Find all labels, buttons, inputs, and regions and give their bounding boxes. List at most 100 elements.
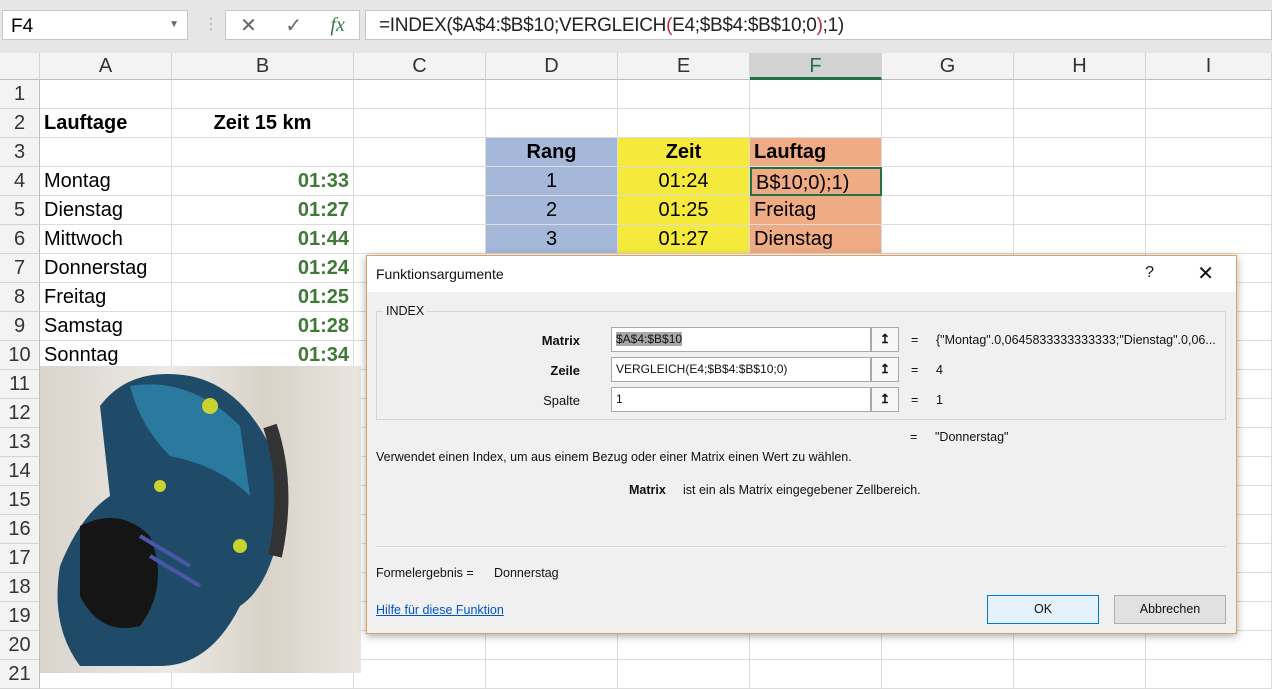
row-header-9[interactable]: 9	[0, 312, 40, 341]
row-header-3[interactable]: 3	[0, 138, 40, 167]
cell[interactable]	[486, 631, 618, 660]
cell[interactable]: Zeit 15 km	[172, 109, 354, 138]
cell[interactable]: Freitag	[40, 283, 172, 312]
cancel-icon[interactable]: ✕	[240, 13, 257, 38]
cell[interactable]	[618, 80, 750, 109]
name-box[interactable]: F4 ▼	[2, 10, 188, 40]
insert-function-icon[interactable]: fx	[330, 14, 344, 37]
cell[interactable]: 01:44	[172, 225, 354, 254]
cell[interactable]	[618, 631, 750, 660]
row-header-13[interactable]: 13	[0, 428, 40, 457]
cell[interactable]: 01:25	[618, 196, 750, 225]
cell[interactable]	[1146, 109, 1272, 138]
row-header-17[interactable]: 17	[0, 544, 40, 573]
cell[interactable]: 01:24	[172, 254, 354, 283]
cell[interactable]: Samstag	[40, 312, 172, 341]
cell[interactable]	[172, 80, 354, 109]
cell[interactable]	[40, 138, 172, 167]
cell[interactable]	[354, 225, 486, 254]
cell[interactable]	[354, 138, 486, 167]
cell[interactable]	[1014, 225, 1146, 254]
cell[interactable]	[354, 631, 486, 660]
row-header-20[interactable]: 20	[0, 631, 40, 660]
cell[interactable]	[750, 660, 882, 689]
cell[interactable]	[354, 167, 486, 196]
cell[interactable]	[1014, 660, 1146, 689]
cell[interactable]	[1014, 80, 1146, 109]
cell[interactable]	[1014, 631, 1146, 660]
active-cell[interactable]: B$10;0);1)	[750, 167, 882, 196]
row-header-19[interactable]: 19	[0, 602, 40, 631]
cell[interactable]: Dienstag	[40, 196, 172, 225]
cell[interactable]: Mittwoch	[40, 225, 172, 254]
formula-input[interactable]: =INDEX($A$4:$B$10;VERGLEICH(E4;$B$4:$B$1…	[365, 10, 1272, 40]
zeile-input[interactable]: VERGLEICH(E4;$B$4:$B$10;0)	[611, 357, 871, 382]
row-header-14[interactable]: 14	[0, 457, 40, 486]
row-header-21[interactable]: 21	[0, 660, 40, 689]
cell[interactable]: 01:25	[172, 283, 354, 312]
cell[interactable]: 1	[486, 167, 618, 196]
row-header-8[interactable]: 8	[0, 283, 40, 312]
cell[interactable]: Donnerstag	[40, 254, 172, 283]
row-header-2[interactable]: 2	[0, 109, 40, 138]
row-header-1[interactable]: 1	[0, 80, 40, 109]
cell[interactable]	[882, 225, 1014, 254]
cell[interactable]: Zeit	[618, 138, 750, 167]
matrix-input[interactable]: $A$4:$B$10	[611, 327, 871, 352]
cell[interactable]	[882, 660, 1014, 689]
cell[interactable]	[354, 109, 486, 138]
column-header-C[interactable]: C	[354, 53, 486, 80]
collapse-dialog-icon[interactable]: ↥	[871, 387, 899, 412]
cell[interactable]	[1146, 80, 1272, 109]
cell[interactable]: Freitag	[750, 196, 882, 225]
row-header-16[interactable]: 16	[0, 515, 40, 544]
row-header-6[interactable]: 6	[0, 225, 40, 254]
collapse-dialog-icon[interactable]: ↥	[871, 327, 899, 352]
cell[interactable]	[172, 138, 354, 167]
column-header-B[interactable]: B	[172, 53, 354, 80]
cell[interactable]: Rang	[486, 138, 618, 167]
cell[interactable]: Montag	[40, 167, 172, 196]
column-header-A[interactable]: A	[40, 53, 172, 80]
cell[interactable]: 2	[486, 196, 618, 225]
cell[interactable]	[1146, 631, 1272, 660]
cell[interactable]	[882, 167, 1014, 196]
help-button[interactable]: ?	[1145, 264, 1154, 282]
cell[interactable]	[1146, 138, 1272, 167]
cell[interactable]	[1146, 225, 1272, 254]
column-header-G[interactable]: G	[882, 53, 1014, 80]
column-header-D[interactable]: D	[486, 53, 618, 80]
cell[interactable]	[354, 196, 486, 225]
cell[interactable]: Lauftag	[750, 138, 882, 167]
column-header-H[interactable]: H	[1014, 53, 1146, 80]
cell[interactable]	[354, 660, 486, 689]
cell[interactable]	[486, 80, 618, 109]
cell[interactable]	[618, 660, 750, 689]
cell[interactable]	[1014, 109, 1146, 138]
cell[interactable]	[882, 196, 1014, 225]
cell[interactable]: Dienstag	[750, 225, 882, 254]
close-button[interactable]: ✕	[1197, 261, 1214, 286]
cell[interactable]	[618, 109, 750, 138]
select-all-button[interactable]	[0, 53, 40, 80]
cell[interactable]	[1146, 196, 1272, 225]
cell[interactable]	[486, 109, 618, 138]
cell[interactable]: 01:33	[172, 167, 354, 196]
cell[interactable]	[40, 80, 172, 109]
row-header-4[interactable]: 4	[0, 167, 40, 196]
row-header-11[interactable]: 11	[0, 370, 40, 399]
column-header-F[interactable]: F	[750, 53, 882, 80]
cell[interactable]	[882, 80, 1014, 109]
row-header-18[interactable]: 18	[0, 573, 40, 602]
row-header-15[interactable]: 15	[0, 486, 40, 515]
cell[interactable]	[750, 80, 882, 109]
cell[interactable]: 3	[486, 225, 618, 254]
help-link[interactable]: Hilfe für diese Funktion	[376, 603, 504, 617]
row-header-10[interactable]: 10	[0, 341, 40, 370]
row-header-12[interactable]: 12	[0, 399, 40, 428]
cell[interactable]: 01:24	[618, 167, 750, 196]
cell[interactable]: Lauftage	[40, 109, 172, 138]
row-header-7[interactable]: 7	[0, 254, 40, 283]
cell[interactable]	[1014, 196, 1146, 225]
enter-icon[interactable]: ✓	[285, 13, 302, 38]
